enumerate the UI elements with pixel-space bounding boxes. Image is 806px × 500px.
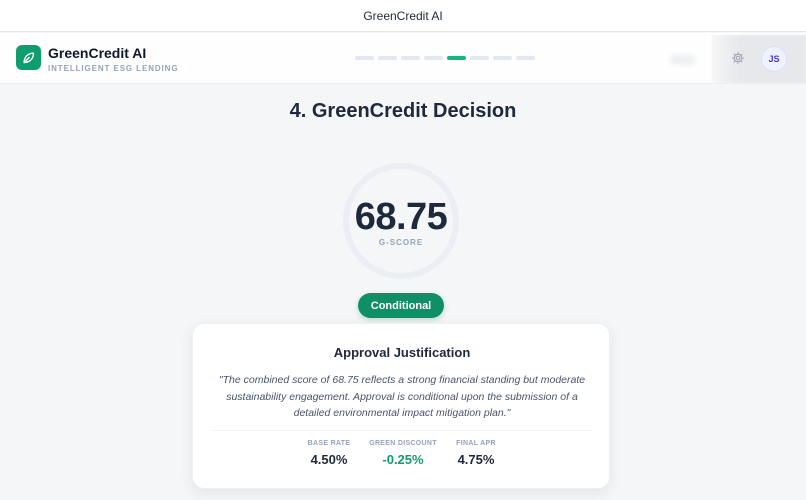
leaf-icon [16, 45, 41, 70]
progress-step [493, 56, 512, 60]
step-progress [355, 56, 535, 60]
window-title: GreenCredit AI [363, 8, 443, 23]
metric-final-apr: FINAL APR 4.75% [446, 440, 506, 467]
justification-quote: "The combined score of 68.75 reflects a … [218, 374, 586, 419]
app-header: GreenCredit AI INTELLIGENT ESG LENDING [0, 33, 806, 84]
page-title: 4. GreenCredit Decision [289, 100, 517, 122]
metric-value: 4.50% [310, 452, 348, 467]
metric-label: BASE RATE [307, 440, 351, 447]
metric-green-discount: GREEN DISCOUNT -0.25% [363, 440, 443, 467]
brand-tagline: INTELLIGENT ESG LENDING [48, 64, 179, 73]
gear-icon[interactable] [731, 51, 745, 65]
g-score-label: G-SCORE [378, 238, 424, 247]
metric-label: GREEN DISCOUNT [369, 440, 437, 447]
brand-block: GreenCredit AI INTELLIGENT ESG LENDING [48, 45, 178, 73]
metric-base-rate: BASE RATE 4.50% [299, 440, 359, 467]
metric-label: FINAL APR [456, 440, 496, 447]
brand-name: GreenCredit AI [48, 45, 147, 61]
progress-step [378, 56, 397, 60]
blurred-header-control [670, 55, 696, 65]
progress-step [516, 56, 535, 60]
decision-status-badge: Conditional [358, 293, 444, 318]
progress-step [355, 56, 374, 60]
justification-title: Approval Justification [333, 345, 471, 360]
progress-step [470, 56, 489, 60]
user-avatar[interactable]: JS [761, 46, 787, 72]
card-divider [211, 430, 593, 431]
metric-value: -0.25% [382, 452, 424, 467]
metric-value: 4.75% [457, 452, 495, 467]
window-titlebar: GreenCredit AI [0, 0, 806, 32]
g-score-value: 68.75 [354, 196, 448, 238]
justification-card: Approval Justification "The combined sco… [192, 323, 610, 489]
progress-step-active [447, 56, 466, 60]
progress-step [401, 56, 420, 60]
progress-step [424, 56, 443, 60]
header-actions-panel [712, 35, 806, 83]
